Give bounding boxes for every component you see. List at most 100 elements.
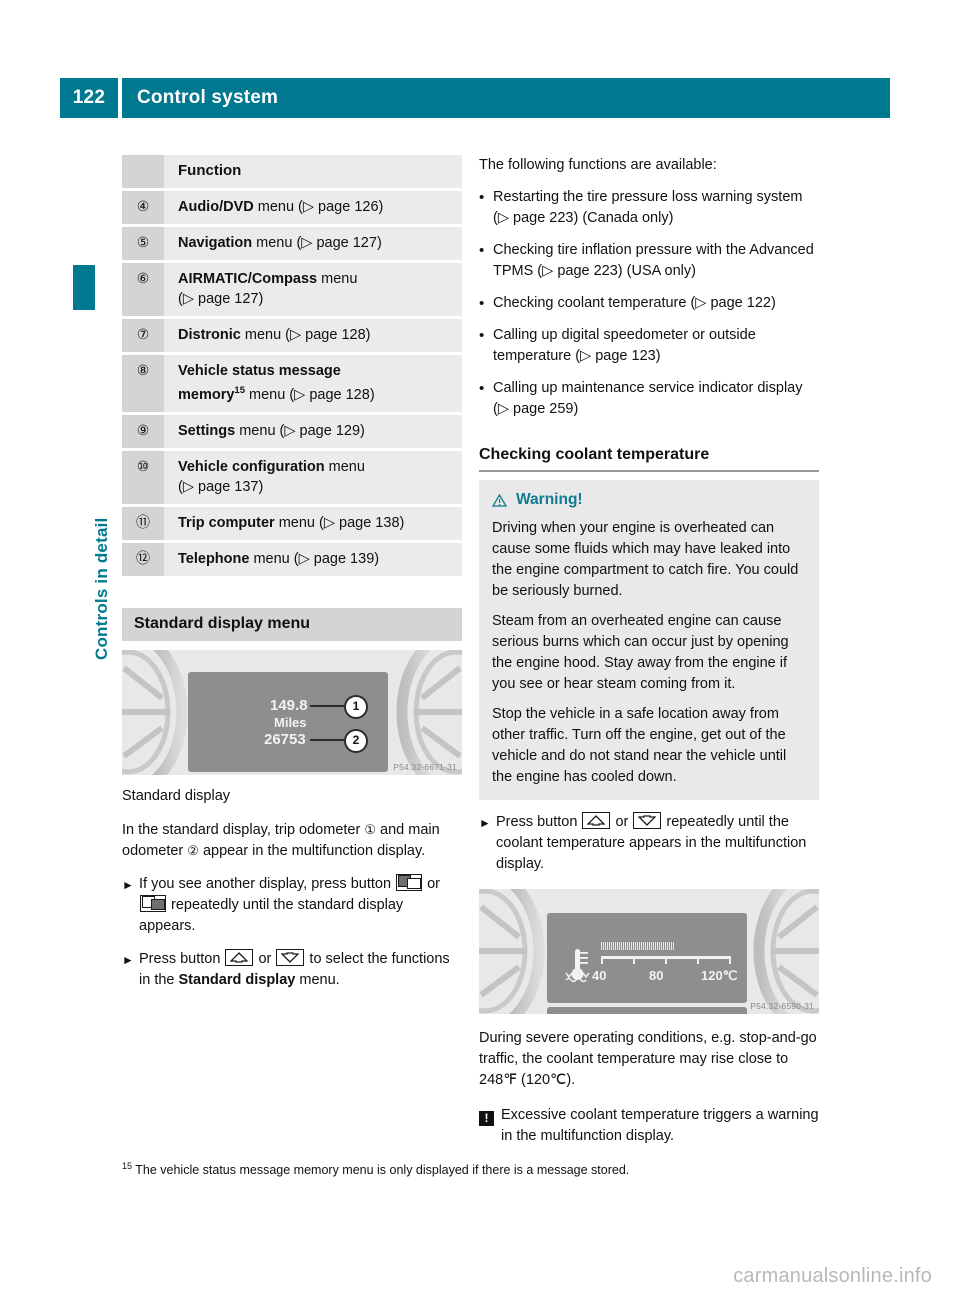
bullet-dot-icon: • bbox=[479, 380, 485, 397]
site-watermark: carmanualsonline.info bbox=[733, 1265, 932, 1287]
page-title: Control system bbox=[122, 78, 890, 118]
instruction-step-1: ► If you see another display, press butt… bbox=[122, 873, 462, 937]
row-marker-11: ⑪ bbox=[122, 506, 164, 540]
warning-paragraph-3: Stop the vehicle in a safe location away… bbox=[492, 706, 787, 785]
figure-standard-display: 149.8 Miles 26753 1 2 P54.32-6671-31 bbox=[122, 649, 462, 775]
scale-tick bbox=[665, 958, 667, 964]
table-header-num-cell bbox=[122, 155, 164, 188]
arrow-up-button-icon bbox=[582, 812, 611, 829]
row-marker-7: ⑦ bbox=[122, 319, 164, 352]
row-bold-label: Vehicle status message bbox=[178, 363, 341, 379]
row-text-telephone: Telephone menu (▷ page 139) bbox=[164, 542, 462, 576]
coolant-step-part2: or bbox=[611, 814, 633, 830]
scale-tick bbox=[729, 958, 731, 964]
standard-display-intro-paragraph: In the standard display, trip odometer ①… bbox=[122, 820, 462, 862]
scale-tick bbox=[633, 958, 635, 964]
exclamation-glyph: ! bbox=[479, 1111, 494, 1126]
section-heading-standard-display-menu: Standard display menu bbox=[122, 607, 462, 641]
row-line2-rest: menu (▷ page 128) bbox=[245, 386, 375, 403]
row-marker-12: ⑫ bbox=[122, 542, 164, 576]
row-text-distronic: Distronic menu (▷ page 128) bbox=[164, 319, 462, 352]
figure-coolant-temperature: 40 80 120℃ P54.32-6590-31 bbox=[479, 889, 819, 1014]
thermometer-icon bbox=[564, 947, 592, 992]
coolant-closing-paragraph: During severe operating conditions, e.g.… bbox=[479, 1030, 817, 1088]
page-header: 122 Control system bbox=[60, 78, 890, 118]
bullet-dot-icon: • bbox=[479, 189, 485, 206]
functions-intro-paragraph: The following functions are available: bbox=[479, 157, 717, 173]
bullet-text-service-indicator: Calling up maintenance service indicator… bbox=[493, 380, 803, 417]
scale-label-40: 40 bbox=[592, 968, 607, 983]
table-row: ⑪ Trip computer menu (▷ page 138) bbox=[122, 506, 462, 540]
note-item: ! Excessive coolant temperature triggers… bbox=[479, 1105, 819, 1147]
step-arrow-icon: ► bbox=[122, 952, 134, 967]
step-arrow-icon: ► bbox=[122, 877, 134, 892]
page-number: 122 bbox=[60, 78, 118, 118]
warning-title-text: Warning! bbox=[516, 491, 583, 508]
row-text-airmatic-compass: AIRMATIC/Compass menu (▷ page 127) bbox=[164, 263, 462, 316]
bullet-text-tpms-restart: Restarting the tire pressure loss warnin… bbox=[493, 189, 803, 226]
row-rest: menu (▷ page 129) bbox=[235, 422, 365, 439]
figure-code-standard-display: P54.32-6671-31 bbox=[393, 761, 457, 772]
chapter-tab-marker bbox=[73, 265, 95, 310]
coolant-step-body: Press button or repeatedly until the coo… bbox=[496, 812, 819, 875]
mfd-screen-lower bbox=[547, 1007, 747, 1014]
table-row: ⑩ Vehicle configuration menu (▷ page 137) bbox=[122, 450, 462, 504]
row-line2: (▷ page 127) bbox=[178, 291, 264, 307]
steering-wheel-left-decor bbox=[479, 889, 549, 1014]
row-bold-label: Telephone bbox=[178, 550, 250, 567]
footnote-text: The vehicle status message memory menu i… bbox=[132, 1163, 630, 1178]
row-bold-label: Navigation bbox=[178, 235, 253, 251]
arrow-up-button-icon bbox=[225, 948, 254, 966]
row-text-vehicle-configuration: Vehicle configuration menu (▷ page 137) bbox=[164, 450, 462, 504]
arrow-down-button-icon bbox=[276, 948, 305, 966]
bullet-dot-icon: • bbox=[479, 242, 485, 259]
table-header-label: Function bbox=[164, 155, 462, 188]
row-text-settings: Settings menu (▷ page 129) bbox=[164, 414, 462, 448]
table-row: ⑦ Distronic menu (▷ page 128) bbox=[122, 319, 462, 352]
steering-wheel-right-decor bbox=[749, 889, 819, 1014]
step2-text-part1: Press button bbox=[139, 950, 225, 967]
display-prev-button-icon bbox=[396, 873, 423, 891]
section-heading-checking-coolant-temperature: Checking coolant temperature bbox=[479, 446, 819, 472]
step2-text-part4: menu. bbox=[295, 971, 340, 988]
row-line2-bold: memory bbox=[178, 386, 235, 403]
step1-text-part1: If you see another display, press button bbox=[139, 875, 396, 892]
row-bold-label: Vehicle configuration bbox=[178, 458, 325, 475]
row-rest: menu bbox=[317, 271, 358, 287]
callout-leader-2 bbox=[310, 738, 346, 741]
bullet-text-tire-inflation: Checking tire inflation pressure with th… bbox=[493, 242, 814, 279]
callout-1: 1 bbox=[344, 694, 368, 719]
figure-code-coolant: P54.32-6590-31 bbox=[750, 1001, 814, 1011]
warning-title-row: Warning! bbox=[491, 491, 806, 509]
scale-tick bbox=[601, 958, 603, 964]
row-rest: menu (▷ page 139) bbox=[249, 550, 380, 567]
function-table: Function ④ Audio/DVD menu (▷ page 126) ⑤… bbox=[122, 155, 462, 576]
bullet-item: • Calling up digital speedometer or outs… bbox=[479, 325, 819, 367]
step-1-body: If you see another display, press button… bbox=[139, 873, 462, 937]
page-footnote: 15 The vehicle status message memory men… bbox=[122, 1158, 852, 1179]
row-rest: menu bbox=[324, 458, 365, 475]
row-rest: menu (▷ page 128) bbox=[240, 327, 371, 343]
table-row: ⑫ Telephone menu (▷ page 139) bbox=[122, 542, 462, 576]
warning-paragraph-2: Steam from an overheated engine can caus… bbox=[492, 613, 789, 692]
left-column: Function ④ Audio/DVD menu (▷ page 126) ⑤… bbox=[122, 155, 462, 991]
row-marker-5: ⑤ bbox=[122, 227, 164, 260]
row-bold-label: Trip computer bbox=[178, 514, 275, 531]
table-row: ⑨ Settings menu (▷ page 129) bbox=[122, 414, 462, 448]
table-row: ⑧ Vehicle status message memory15 menu (▷… bbox=[122, 355, 462, 412]
row-rest: menu (▷ page 138) bbox=[274, 514, 405, 531]
row-line2: (▷ page 137) bbox=[178, 478, 264, 495]
step1-text-part3: repeatedly until the standard display ap… bbox=[139, 896, 404, 934]
row-text-navigation: Navigation menu (▷ page 127) bbox=[164, 227, 462, 260]
row-marker-9: ⑨ bbox=[122, 414, 164, 448]
row-rest: menu (▷ page 126) bbox=[253, 199, 384, 215]
inline-callout-1: ① bbox=[364, 821, 376, 837]
trip-odometer-value: 149.8 bbox=[270, 696, 308, 714]
bullet-item: • Restarting the tire pressure loss warn… bbox=[479, 187, 819, 229]
scale-label-120c: 120℃ bbox=[701, 968, 738, 983]
chapter-tab-label: Controls in detail bbox=[92, 517, 111, 660]
row-text-trip-computer: Trip computer menu (▷ page 138) bbox=[164, 506, 462, 540]
arrow-down-button-icon bbox=[633, 812, 662, 829]
main-odometer-value: 26753 bbox=[264, 730, 306, 748]
exclamation-box-icon: ! bbox=[479, 1105, 501, 1147]
